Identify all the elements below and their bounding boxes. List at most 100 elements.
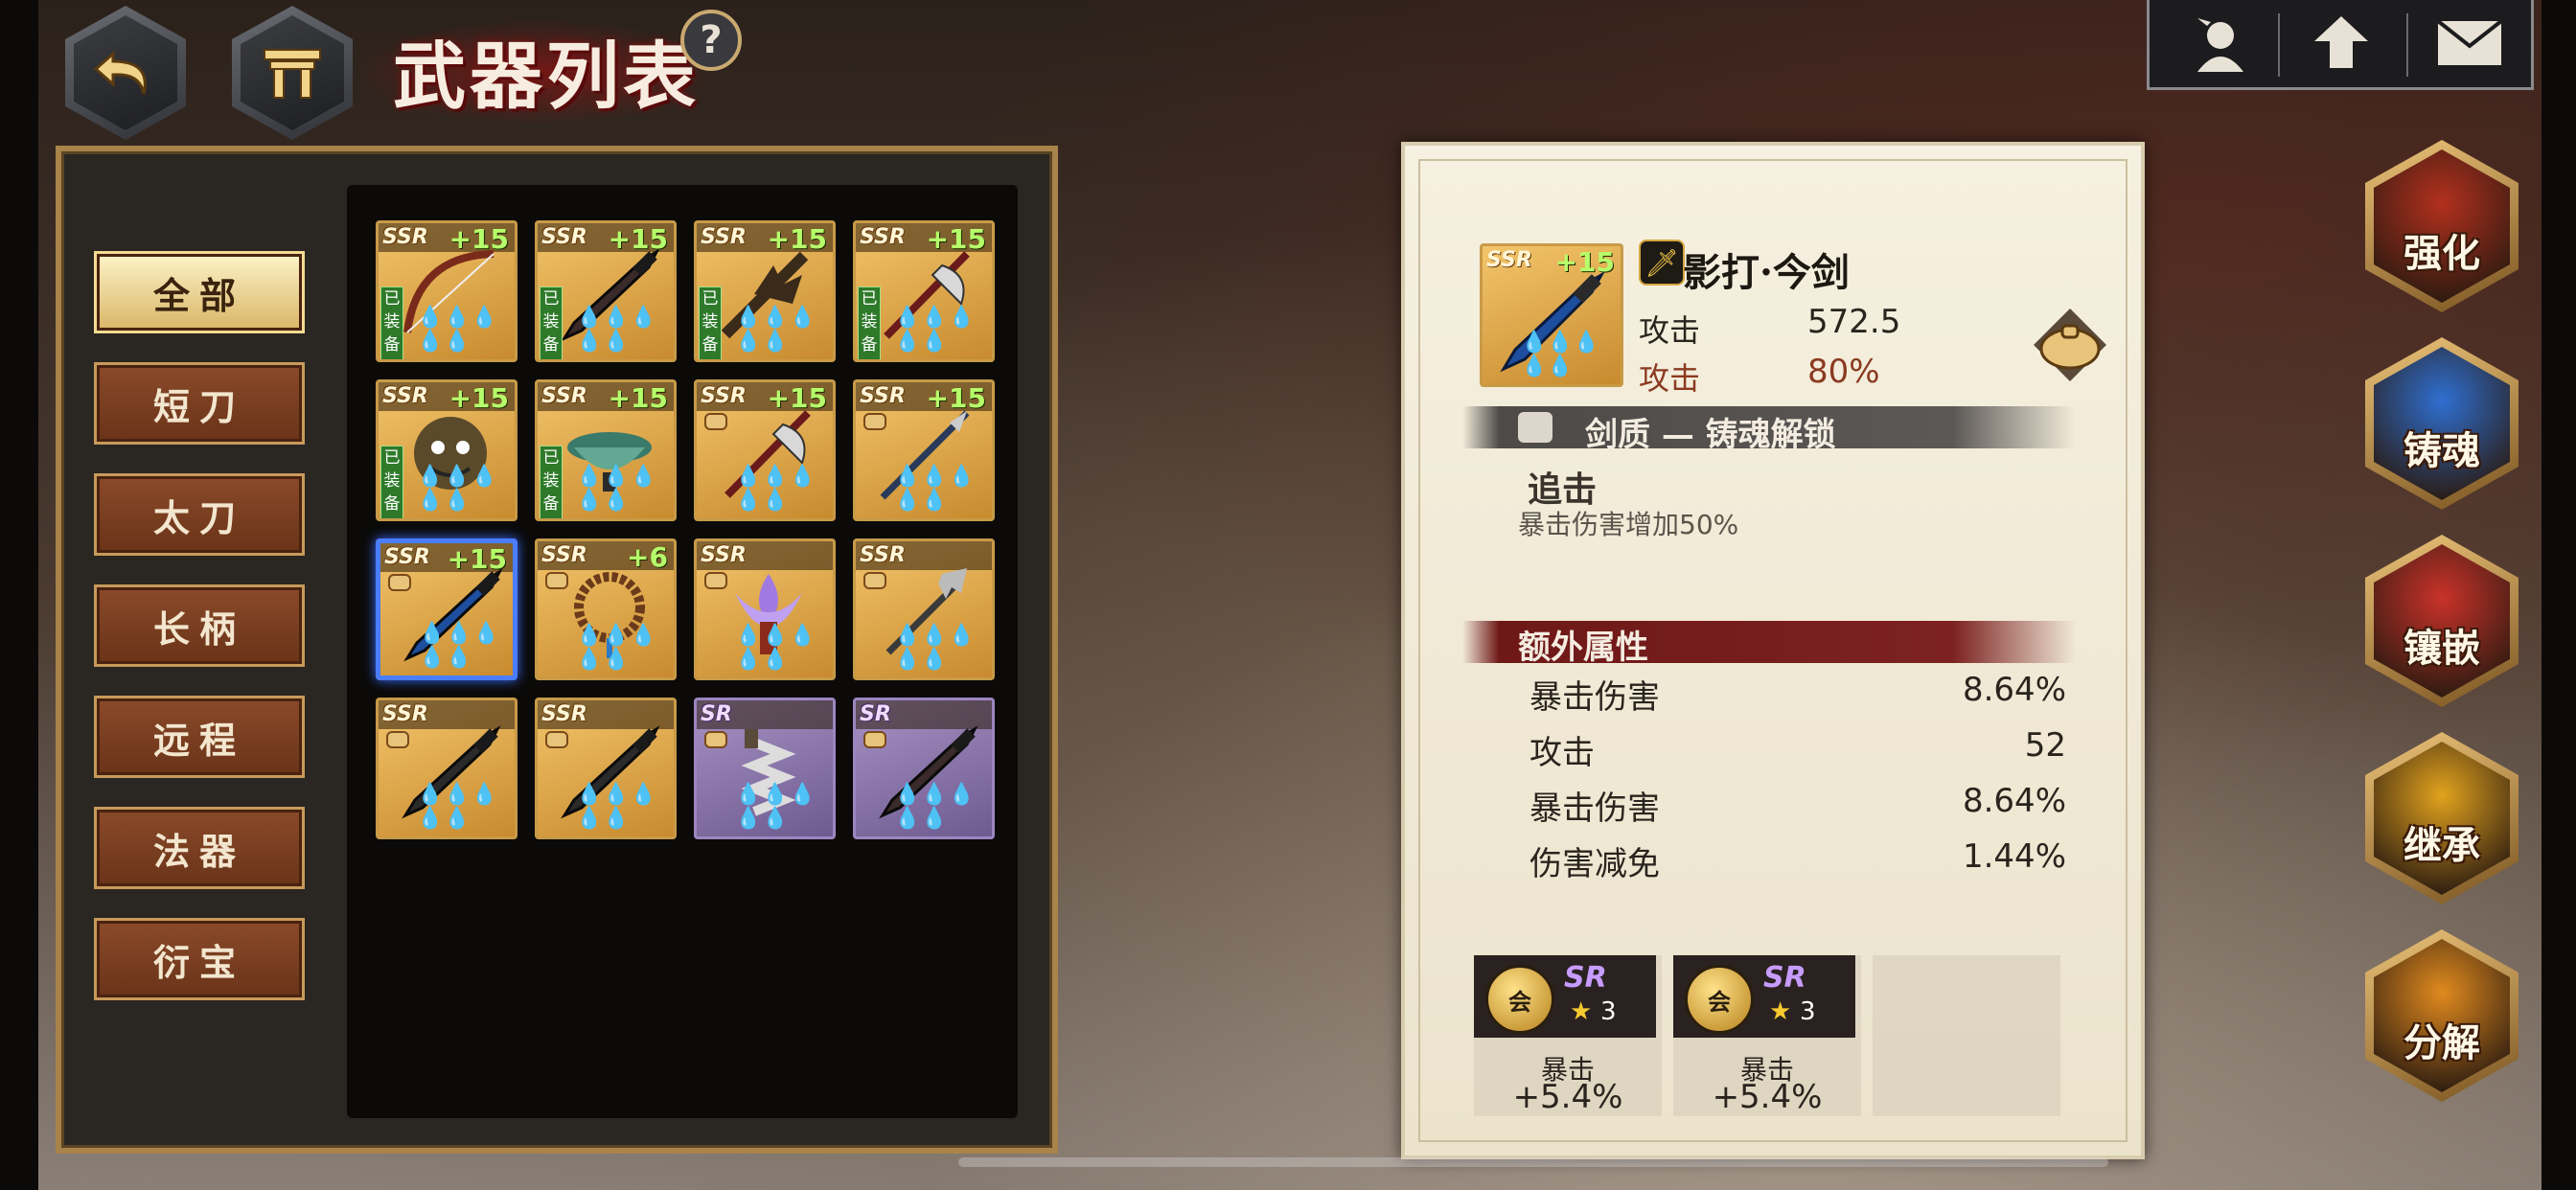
category-tab[interactable]: 短刀 <box>94 362 305 445</box>
gem-stars: 3 <box>1600 997 1617 1026</box>
rarity-badge: SSR <box>701 225 747 249</box>
equipped-badge: 已装备 <box>380 286 403 359</box>
action-label: 强化 <box>2404 231 2480 276</box>
rarity-badge: SSR <box>860 225 906 249</box>
category-tab[interactable]: 法器 <box>94 807 305 889</box>
attack-bonus-label: 攻击 <box>1639 360 1701 397</box>
rarity-badge: SR <box>701 702 732 726</box>
weapon-slot[interactable]: SSR +15 💧💧💧💧💧 <box>376 538 518 680</box>
weapon-slot[interactable]: SSR 💧💧💧💧💧 <box>694 538 836 680</box>
back-arrow-icon <box>93 50 147 95</box>
enhance-level: +15 <box>608 382 668 414</box>
top-right-bar <box>2147 0 2534 90</box>
gem-coin-icon: 会 <box>1485 965 1554 1034</box>
attack-bonus-value: 80% <box>1807 353 1880 391</box>
weapon-slot[interactable]: SSR +15 已装备 💧💧💧💧💧 <box>535 379 677 521</box>
rarity-badge: SSR <box>860 543 906 567</box>
attack-value: 572.5 <box>1807 303 1901 341</box>
soul-drops-icon: 💧💧💧💧💧 <box>894 783 977 831</box>
rarity-badge: SSR <box>382 225 428 249</box>
attribute-label: 暴击伤害 <box>1530 678 1660 717</box>
category-tab[interactable]: 远程 <box>94 696 305 778</box>
soul-drops-icon: 💧💧💧💧💧 <box>576 465 658 513</box>
action-art: 铸魂 <box>2374 347 2510 500</box>
lock-icon <box>545 572 568 589</box>
rarity-badge: SSR <box>541 702 587 726</box>
attribute-label: 伤害减免 <box>1530 845 1660 883</box>
lock-icon <box>386 731 409 748</box>
category-tab[interactable]: 太刀 <box>94 473 305 556</box>
lock-icon <box>863 572 886 589</box>
weapon-detail-card: SSR +15 💧💧💧💧💧 🗡 影打·今剑 攻击 572.5 攻击 80% 剑质… <box>1401 142 2145 1159</box>
weapon-slot[interactable]: SSR 💧💧💧💧💧 <box>535 698 677 839</box>
lock-icon <box>704 572 727 589</box>
gem-slot-empty[interactable] <box>1873 955 2060 1116</box>
weapon-slot[interactable]: SSR 💧💧💧💧💧 <box>376 698 518 839</box>
lock-toggle-icon[interactable] <box>2032 307 2108 383</box>
weapon-slot[interactable]: SSR +15 已装备 💧💧💧💧💧 <box>853 220 995 362</box>
extra-section-title: 额外属性 <box>1518 629 1648 667</box>
mail-button[interactable] <box>2422 10 2518 77</box>
rarity-badge: SSR <box>541 225 587 249</box>
right-edge <box>2542 0 2576 1190</box>
enhance-level: +15 <box>447 543 507 575</box>
soul-drops-icon: 💧💧💧💧💧 <box>735 306 817 354</box>
weapon-slot[interactable]: SR 💧💧💧💧💧 <box>853 698 995 839</box>
action-label: 铸魂 <box>2404 428 2480 473</box>
attribute-row: 攻击 52 <box>1530 726 2066 773</box>
weapon-slot[interactable]: SSR +15 💧💧💧💧💧 <box>853 379 995 521</box>
weapon-name: 影打·今剑 <box>1683 250 1850 295</box>
soul-drops-icon: 💧💧💧💧💧 <box>417 783 499 831</box>
equipped-badge: 已装备 <box>540 446 563 518</box>
help-button[interactable]: ? <box>680 10 742 71</box>
rarity-badge: SSR <box>384 545 430 569</box>
home-gate-icon <box>264 49 321 99</box>
category-tab[interactable]: 长柄 <box>94 584 305 667</box>
attribute-row: 伤害减免 1.44% <box>1530 837 2066 884</box>
detail-rarity: SSR <box>1486 248 1532 272</box>
weapon-slot[interactable]: SSR +15 已装备 💧💧💧💧💧 <box>376 220 518 362</box>
attribute-label: 暴击伤害 <box>1530 790 1660 828</box>
enhance-level: +15 <box>926 382 986 414</box>
detail-weapon-icon: SSR +15 💧💧💧💧💧 <box>1480 243 1623 387</box>
weapon-slot[interactable]: SSR +6 💧💧💧💧💧 <box>535 538 677 680</box>
gem-stars: 3 <box>1800 997 1816 1026</box>
equipped-badge: 已装备 <box>540 286 563 359</box>
left-edge <box>0 0 38 1190</box>
soul-drops-icon: 💧💧💧💧💧 <box>894 306 977 354</box>
lock-icon <box>863 731 886 748</box>
attribute-value: 8.64% <box>1962 671 2066 709</box>
weapon-slot[interactable]: SSR +15 💧💧💧💧💧 <box>694 379 836 521</box>
weapon-slot[interactable]: SSR +15 已装备 💧💧💧💧💧 <box>535 220 677 362</box>
enhance-level: +15 <box>608 223 668 255</box>
soul-drops-icon: 💧💧💧💧💧 <box>735 624 817 672</box>
enhance-level: +6 <box>627 541 668 573</box>
mail-icon <box>2436 19 2503 65</box>
profile-button[interactable] <box>2173 10 2268 77</box>
soul-drops-icon: 💧💧💧💧💧 <box>735 465 817 513</box>
weapon-slot[interactable]: SSR +15 已装备 💧💧💧💧💧 <box>376 379 518 521</box>
soul-icon <box>1518 412 1552 443</box>
attribute-value: 8.64% <box>1962 782 2066 820</box>
gem-slot[interactable]: 会 SR ★ 3 暴击 +5.4% <box>1673 955 1861 1116</box>
gem-value: +5.4% <box>1512 1078 1623 1116</box>
enhance-level: +15 <box>448 382 509 414</box>
attribute-row: 暴击伤害 8.64% <box>1530 782 2066 829</box>
weapon-slot[interactable]: SR 💧💧💧💧💧 <box>694 698 836 839</box>
action-art: 继承 <box>2374 742 2510 895</box>
soul-drops-icon: 💧💧💧💧💧 <box>894 465 977 513</box>
skill-desc: 暴击伤害增加50% <box>1518 509 1739 540</box>
soul-drops-icon: 💧💧💧💧💧 <box>417 306 499 354</box>
soul-section-title: 剑质 — 铸魂解锁 <box>1585 416 1836 454</box>
category-tab[interactable]: 全部 <box>94 251 305 333</box>
enhance-level: +15 <box>767 382 827 414</box>
action-art: 强化 <box>2374 149 2510 303</box>
upgrade-button[interactable] <box>2293 10 2389 77</box>
equipped-badge: 已装备 <box>858 286 881 359</box>
attack-label: 攻击 <box>1639 312 1701 349</box>
weapon-slot[interactable]: SSR +15 已装备 💧💧💧💧💧 <box>694 220 836 362</box>
weapon-slot[interactable]: SSR 💧💧💧💧💧 <box>853 538 995 680</box>
gem-rarity: SR <box>1564 961 1607 995</box>
category-tab[interactable]: 衍宝 <box>94 918 305 1000</box>
gem-slot[interactable]: 会 SR ★ 3 暴击 +5.4% <box>1474 955 1662 1116</box>
